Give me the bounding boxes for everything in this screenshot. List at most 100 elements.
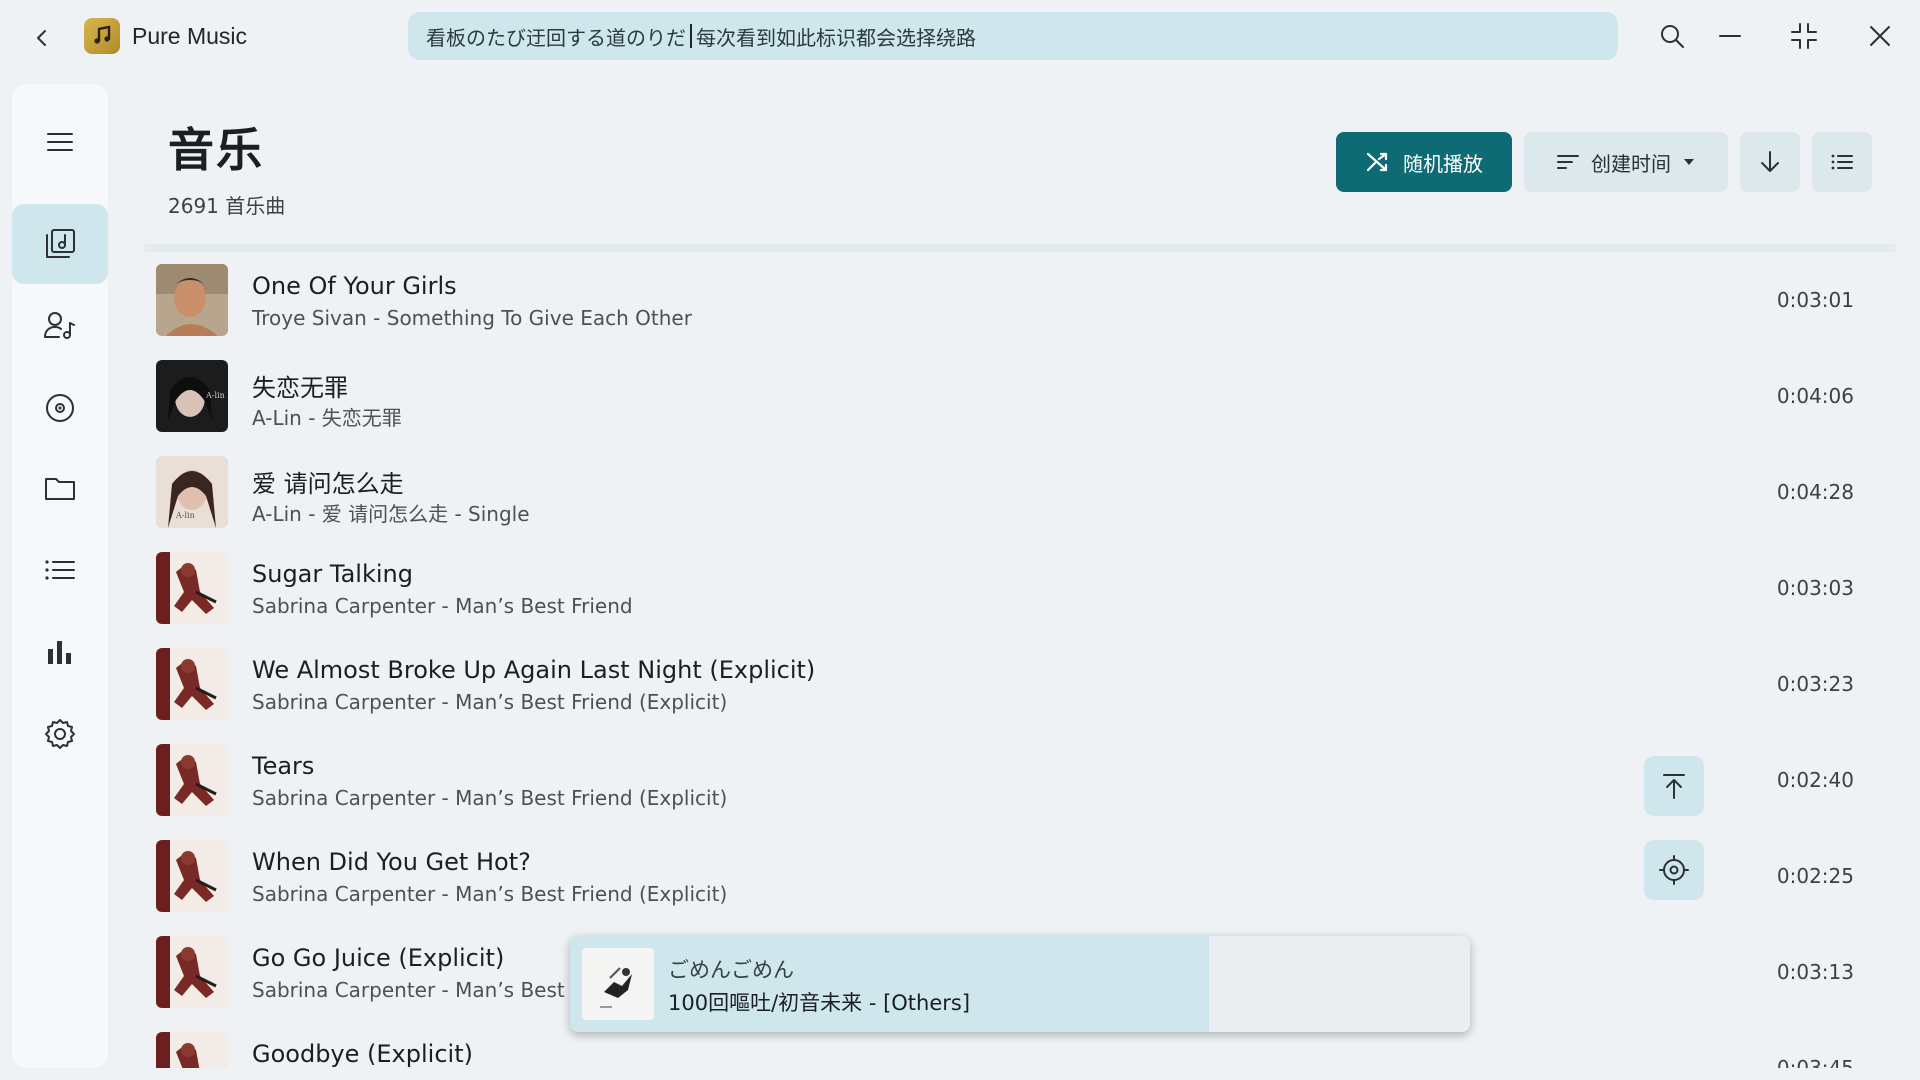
song-title: When Did You Get Hot? [252, 848, 531, 876]
scroll-to-top-button[interactable] [1644, 756, 1704, 816]
exit-fullscreen-icon [1791, 23, 1817, 49]
list-view-icon [1831, 154, 1853, 170]
song-duration: 0:03:01 [1776, 288, 1854, 312]
music-note-icon [94, 25, 111, 44]
album-cover [156, 744, 228, 816]
album-cover [156, 1032, 228, 1068]
title-bar: Pure Music 看板のたび迂回する道のりだ 每次看到如此标识都会选择绕路 [0, 0, 1920, 74]
close-icon [1870, 26, 1890, 46]
locate-current-button[interactable] [1644, 840, 1704, 900]
side-nav [12, 84, 108, 1068]
song-duration: 0:03:03 [1776, 576, 1854, 600]
shuffle-play-label: 随机播放 [1403, 151, 1483, 176]
now-playing-bar[interactable]: ごめんごめん 100回嘔吐/初音未来 - [Others] [570, 936, 1470, 1032]
nav-folders[interactable] [12, 448, 108, 528]
search-icon [1661, 25, 1684, 48]
song-duration: 0:04:06 [1776, 384, 1854, 408]
now-playing-title: ごめんごめん [668, 958, 794, 982]
folder-icon [45, 478, 75, 500]
song-duration: 0:04:28 [1776, 480, 1854, 504]
page-title: 音乐 [168, 123, 264, 177]
exit-fullscreen-button[interactable] [1782, 16, 1826, 56]
song-artist-album: A-Lin - 失恋无罪 [252, 406, 402, 430]
album-cover [156, 552, 228, 624]
song-title: Go Go Juice (Explicit) [252, 944, 505, 972]
nav-playlists[interactable] [12, 530, 108, 610]
sort-icon [1557, 155, 1579, 169]
albums-icon [46, 394, 74, 422]
svg-text:A-lin: A-lin [205, 391, 225, 400]
album-cover [156, 264, 228, 336]
song-artist-album: A-Lin - 爱 请问怎么走 - Single [252, 502, 530, 526]
nav-statistics[interactable] [12, 612, 108, 692]
song-title: Goodbye (Explicit) [252, 1040, 473, 1068]
chevron-left-icon [37, 30, 46, 46]
playlists-icon [45, 560, 75, 580]
song-count: 2691 首乐曲 [168, 194, 286, 218]
song-duration: 0:03:45 [1776, 1056, 1854, 1068]
nav-artists[interactable] [12, 286, 108, 366]
app-name: Pure Music [132, 23, 248, 49]
song-title: One Of Your Girls [252, 272, 457, 300]
song-artist-album: Sabrina Carpenter - Man’s Best Friend (E… [252, 690, 728, 714]
song-artist-album: Sabrina Carpenter - Man’s Best Friend (E… [252, 786, 728, 810]
minimize-button[interactable] [1708, 16, 1752, 56]
song-title: 爱 请问怎么走 [252, 470, 404, 498]
song-row[interactable]: One Of Your Girls Troye Sivan - Somethin… [144, 256, 1896, 352]
artists-icon [44, 312, 75, 339]
song-row[interactable]: Tears Sabrina Carpenter - Man’s Best Fri… [144, 736, 1896, 832]
minimize-icon [1719, 35, 1741, 37]
music-library-icon [46, 229, 75, 258]
lyric-translation: 每次看到如此标识都会选择绕路 [696, 25, 976, 50]
search-button[interactable] [1650, 16, 1694, 56]
album-cover [156, 936, 228, 1008]
song-duration: 0:03:23 [1776, 672, 1854, 696]
album-cover: A-lin [156, 360, 228, 432]
nav-albums[interactable] [12, 368, 108, 448]
now-playing-artist-album: 100回嘔吐/初音未来 - [Others] [668, 991, 971, 1015]
song-artist-album: Troye Sivan - Something To Give Each Oth… [252, 306, 692, 330]
playback-progress [570, 936, 1209, 1032]
scroll-top-icon [1663, 774, 1685, 799]
lyric-caret [690, 24, 692, 48]
song-row[interactable]: A-lin 失恋无罪 A-Lin - 失恋无罪 0:04:06 [144, 352, 1896, 448]
nav-menu-toggle[interactable] [12, 102, 108, 182]
song-title: Tears [252, 752, 315, 780]
album-cover [156, 840, 228, 912]
settings-icon [45, 719, 75, 749]
song-duration: 0:02:25 [1776, 864, 1854, 888]
song-title: Sugar Talking [252, 560, 413, 588]
sort-dropdown[interactable]: 创建时间 [1524, 132, 1728, 192]
song-title: 失恋无罪 [252, 374, 348, 402]
song-row[interactable]: When Did You Get Hot? Sabrina Carpenter … [144, 832, 1896, 928]
back-button[interactable] [26, 22, 58, 54]
song-row[interactable]: A-lin 爱 请问怎么走 A-Lin - 爱 请问怎么走 - Single 0… [144, 448, 1896, 544]
menu-icon [47, 133, 73, 151]
nav-settings[interactable] [12, 694, 108, 774]
song-artist-album: Sabrina Carpenter - Man’s Best Friend (E… [252, 882, 728, 906]
view-mode-button[interactable] [1812, 132, 1872, 192]
song-duration: 0:03:13 [1776, 960, 1854, 984]
album-cover [156, 648, 228, 720]
app-logo [84, 18, 120, 54]
song-title: We Almost Broke Up Again Last Night (Exp… [252, 656, 816, 684]
now-playing-cover [582, 948, 654, 1020]
lyric-bar[interactable]: 看板のたび迂回する道のりだ 每次看到如此标识都会选择绕路 [408, 12, 1618, 60]
header-divider [144, 244, 1896, 252]
svg-text:A-lin: A-lin [175, 511, 195, 520]
sort-order-button[interactable] [1740, 132, 1800, 192]
shuffle-icon [1366, 152, 1388, 172]
song-row[interactable]: Sugar Talking Sabrina Carpenter - Man’s … [144, 544, 1896, 640]
locate-icon [1659, 855, 1689, 885]
close-button[interactable] [1858, 16, 1902, 56]
caret-down-icon [1684, 159, 1694, 165]
sort-label: 创建时间 [1591, 151, 1671, 176]
song-row[interactable]: We Almost Broke Up Again Last Night (Exp… [144, 640, 1896, 736]
nav-music-library[interactable] [12, 204, 108, 284]
song-duration: 0:02:40 [1776, 768, 1854, 792]
arrow-down-icon [1761, 151, 1779, 172]
shuffle-play-button[interactable]: 随机播放 [1336, 132, 1512, 192]
album-cover: A-lin [156, 456, 228, 528]
song-artist-album: Sabrina Carpenter - Man’s Best Friend [252, 594, 633, 618]
lyric-current: 看板のたび迂回する道のりだ [426, 25, 686, 50]
